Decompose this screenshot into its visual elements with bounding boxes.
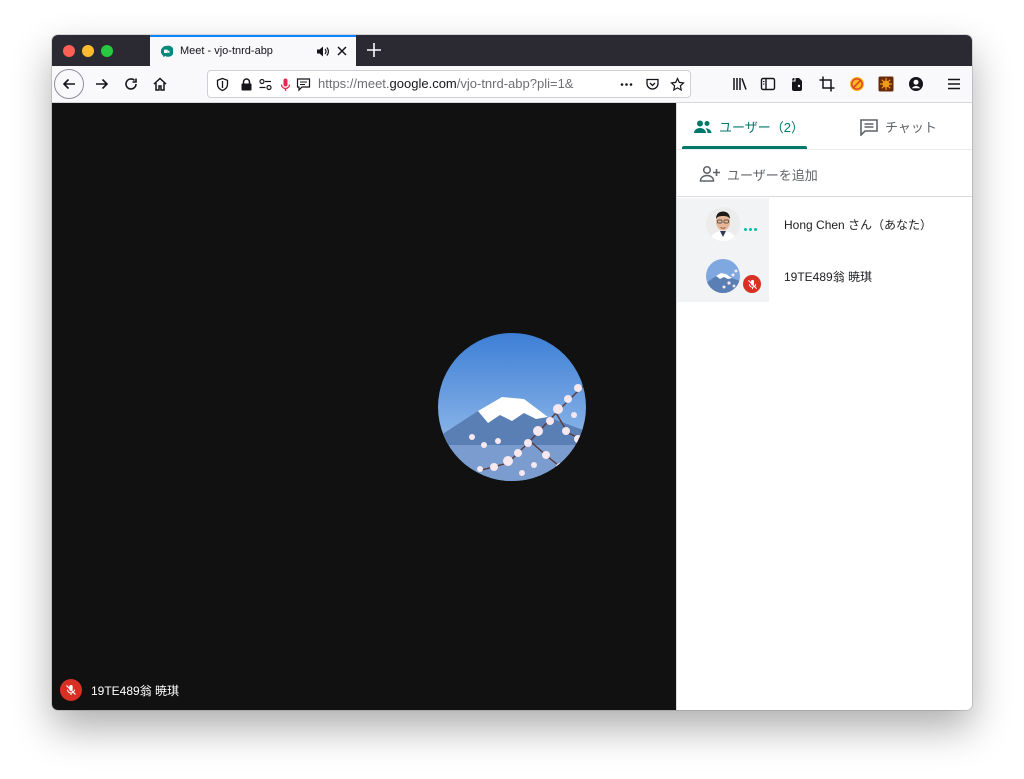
forward-icon [96,78,109,90]
library-icon[interactable] [731,75,749,93]
url-scheme: https://meet. [318,76,390,91]
pocket-icon[interactable] [645,77,660,92]
participant-row[interactable]: 19TE489翁 暁琪 [677,250,972,302]
tab-users-label: ユーザー（2） [719,120,804,135]
evernote-icon[interactable] [788,75,806,93]
microphone-icon[interactable] [278,77,293,92]
tab-title: Meet - vjo-tnrd-abp [180,45,273,57]
speaker-icon[interactable] [316,45,330,58]
menu-icon[interactable] [945,75,963,93]
permissions-icon[interactable] [258,77,273,92]
reload-button[interactable] [115,68,147,100]
browser-tab-meet[interactable]: Meet - vjo-tnrd-abp [150,35,356,66]
tab-divider [677,149,972,150]
address-bar[interactable]: https://meet.google.com/vjo-tnrd-abp?pli… [207,70,691,98]
tab-chat-label: チャット [885,120,937,135]
new-tab-icon[interactable] [365,41,383,59]
chat-bubble-icon[interactable] [296,77,311,92]
more-icon[interactable] [619,77,634,92]
forward-button[interactable] [86,68,118,100]
home-button[interactable] [144,68,176,100]
window-close-button[interactable] [63,45,75,57]
participant-name: Hong Chen さん（あなた） [784,218,933,232]
add-person-icon [699,165,720,182]
shield-icon[interactable] [215,77,230,92]
avatar [706,207,740,241]
participant-avatar-large [438,333,586,481]
home-icon [153,77,167,91]
star-icon[interactable] [670,77,685,92]
url-path: /vjo-tnrd-abp?pli=1& [456,76,574,91]
mic-off-icon [60,679,82,701]
sidebar-icon[interactable] [759,75,777,93]
url-text[interactable]: https://meet.google.com/vjo-tnrd-abp?pli… [318,76,588,91]
people-icon [694,120,712,133]
participant-row[interactable]: Hong Chen さん（あなた） [677,198,972,250]
back-icon [62,78,75,90]
add-user-label: ユーザーを追加 [727,167,818,183]
section-divider [677,196,972,197]
tab-chat[interactable]: チャット [859,103,937,150]
person-photo [706,207,740,241]
mountain-photo [438,333,586,481]
add-user-button[interactable]: ユーザーを追加 [699,163,818,185]
avatar [706,259,740,293]
lock-icon[interactable] [239,77,254,92]
participant-name: 19TE489翁 暁琪 [784,270,873,284]
url-domain: google.com [389,76,457,91]
adblock-icon[interactable] [848,75,866,93]
close-tab-icon[interactable] [335,44,349,58]
video-participant-name: 19TE489翁 暁琪 [91,683,180,698]
participants-panel: ユーザー（2） チャット ユーザーを追加 Hong Chen さん（あなた） 1… [676,103,972,710]
mountain-photo-small [706,259,740,293]
browser-window: Meet - vjo-tnrd-abp https://meet.google.… [52,35,972,710]
tab-strip: Meet - vjo-tnrd-abp [52,35,972,66]
participant-avatar-cell [677,198,769,250]
mic-off-icon [741,273,763,295]
more-options-icon[interactable] [744,228,757,231]
crop-icon[interactable] [818,75,836,93]
account-icon[interactable] [907,75,925,93]
video-name-tag: 19TE489翁 暁琪 [60,679,179,701]
chat-icon [860,118,878,136]
navigation-toolbar: https://meet.google.com/vjo-tnrd-abp?pli… [52,66,972,103]
tab-users[interactable]: ユーザー（2） [693,103,804,150]
window-zoom-button[interactable] [101,45,113,57]
window-minimize-button[interactable] [82,45,94,57]
video-stage: 19TE489翁 暁琪 [52,103,676,710]
meet-favicon-icon [160,45,173,58]
back-button[interactable] [54,69,84,99]
extension-icon[interactable] [877,75,895,93]
reload-icon [125,78,137,90]
